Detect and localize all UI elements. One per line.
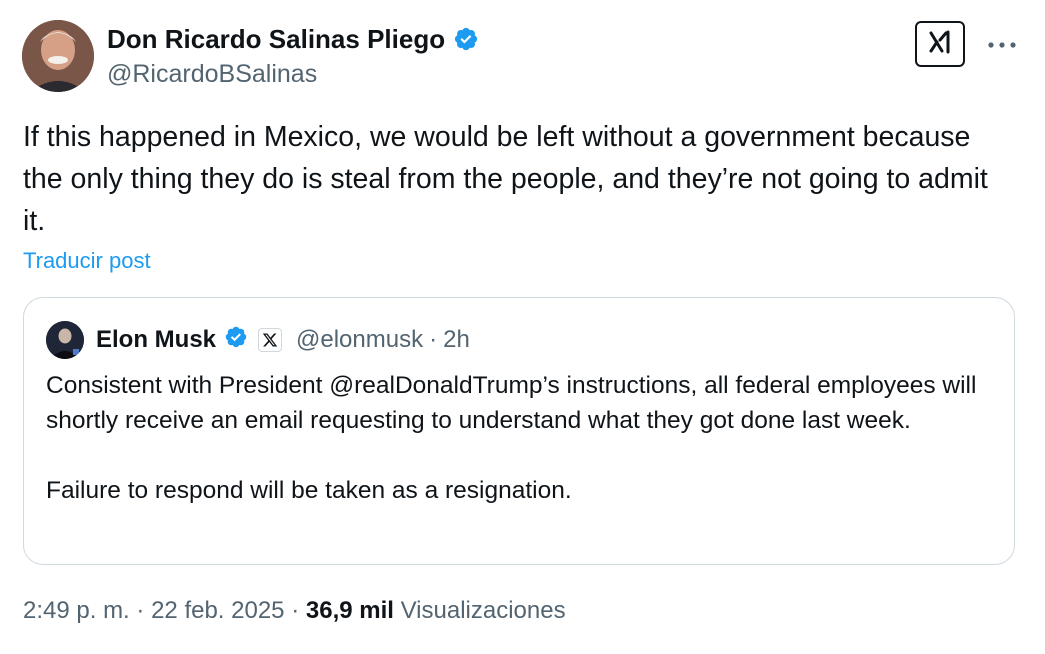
quoted-separator: · [429,325,438,353]
quoted-post-header: Elon Musk @elonmusk · 2h [96,325,470,354]
quoted-author-avatar[interactable] [46,321,84,359]
quoted-author-handle[interactable]: @elonmusk [296,326,423,354]
grok-button[interactable] [915,21,965,67]
quoted-paragraph: Failure to respond will be taken as a re… [46,477,572,504]
post-detail: Don Ricardo Salinas Pliego @RicardoBSali… [0,0,1045,654]
author-name-text[interactable]: Don Ricardo Salinas Pliego [107,24,445,54]
meta-separator: · [136,597,145,624]
post-date[interactable]: 22 feb. 2025 [151,597,284,624]
author-name[interactable]: Don Ricardo Salinas Pliego [107,24,479,59]
post-time[interactable]: 2:49 p. m. [23,597,130,624]
x-logo-icon[interactable] [258,327,283,352]
meta-separator: · [291,597,300,624]
verified-badge-icon[interactable] [453,26,479,59]
more-options-icon [987,36,1017,54]
quoted-post[interactable]: Elon Musk @elonmusk · 2h Consistent with… [23,297,1015,565]
quoted-author-name[interactable]: Elon Musk [96,326,216,354]
quoted-timestamp[interactable]: 2h [443,326,470,354]
more-options-button[interactable] [984,30,1020,60]
author-avatar[interactable] [22,20,94,92]
post-meta: 2:49 p. m. · 22 feb. 2025 · 36,9 mil Vis… [23,597,566,625]
translate-post-link[interactable]: Traducir post [23,248,151,274]
quoted-post-text: Consistent with President @realDonaldTru… [46,368,1001,508]
views-label[interactable]: Visualizaciones [401,597,566,624]
post-text: If this happened in Mexico, we would be … [23,121,988,237]
quoted-paragraph: Consistent with President @realDonaldTru… [46,372,977,434]
author-handle[interactable]: @RicardoBSalinas [107,60,317,89]
verified-badge-icon[interactable] [224,325,248,354]
views-count[interactable]: 36,9 mil [306,597,394,624]
grok-icon [926,28,954,61]
